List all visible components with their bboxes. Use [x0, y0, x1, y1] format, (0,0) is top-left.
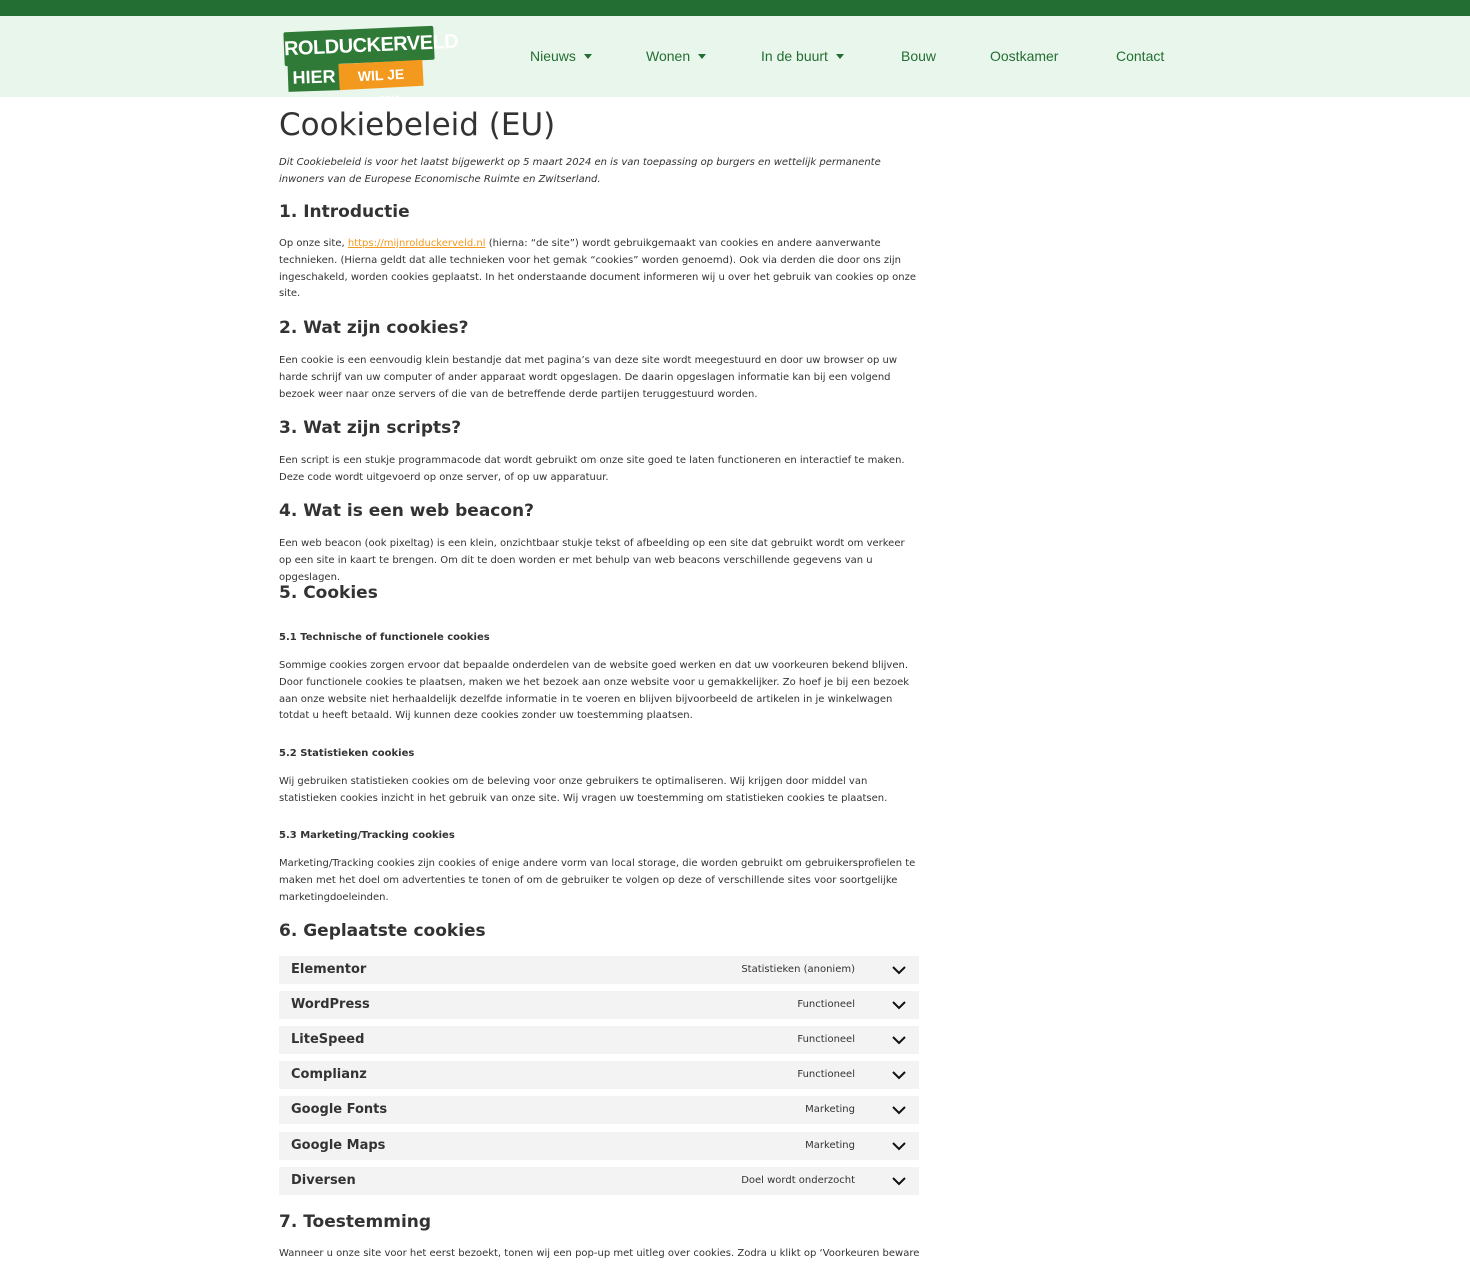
- intro-note: Dit Cookiebeleid is voor het laatst bijg…: [279, 157, 881, 185]
- cookie-category: Statistieken (anoniem): [741, 964, 855, 975]
- nav-item-label: Nieuws: [530, 48, 576, 64]
- text-before-link: Op onze site,: [279, 238, 348, 249]
- chevron-down-icon[interactable]: [891, 1033, 907, 1047]
- chevron-down-icon[interactable]: [891, 1068, 907, 1082]
- section-heading-wat-zijn-cookies: 2. Wat zijn cookies?: [279, 318, 469, 338]
- cookie-category: Functioneel: [797, 1034, 855, 1045]
- top-bar: [0, 0, 1470, 16]
- cookie-category: Marketing: [805, 1140, 855, 1151]
- cookie-category: Functioneel: [797, 1069, 855, 1080]
- chevron-down-icon[interactable]: [891, 963, 907, 977]
- cookie-category: Functioneel: [797, 999, 855, 1010]
- nav-item-label: Contact: [1116, 48, 1165, 64]
- subheading-marketing-cookies: 5.3 Marketing/Tracking cookies: [279, 830, 455, 841]
- text-statistieken-cookies: Wij gebruiken statistieken cookies om de…: [279, 776, 888, 804]
- site-header: ROLDUCKERVELD HIER WIL JE ZIJN! Nieuws W…: [0, 16, 1470, 110]
- cookie-service-name: Elementor: [291, 962, 367, 977]
- nav-item-bouw[interactable]: Bouw: [901, 46, 936, 66]
- logo-line2b: WIL JE ZIJN!: [338, 59, 424, 110]
- chevron-down-icon[interactable]: [891, 1103, 907, 1117]
- cookie-service-name: Google Maps: [291, 1138, 386, 1153]
- section-heading-wat-zijn-scripts: 3. Wat zijn scripts?: [279, 418, 462, 438]
- section-text-wat-zijn-cookies: Een cookie is een eenvoudig klein bestan…: [279, 355, 898, 400]
- chevron-down-icon[interactable]: [891, 998, 907, 1012]
- nav-item-nieuws[interactable]: Nieuws: [530, 46, 592, 66]
- logo-line2a: HIER: [287, 62, 341, 92]
- chevron-down-icon[interactable]: [891, 1174, 907, 1188]
- section-heading-introductie: 1. Introductie: [279, 202, 410, 222]
- page-title: Cookiebeleid (EU): [279, 107, 556, 143]
- cookie-service-name: Diversen: [291, 1173, 356, 1188]
- text-marketing-cookies: Marketing/Tracking cookies zijn cookies …: [279, 858, 916, 903]
- nav-item-wonen[interactable]: Wonen: [646, 46, 707, 66]
- cookie-accordion-google-fonts[interactable]: Google Fonts Marketing: [279, 1096, 919, 1124]
- section-heading-toestemming: 7. Toestemming: [279, 1212, 432, 1232]
- nav-item-in-de-buurt[interactable]: In de buurt: [761, 46, 844, 66]
- nav-item-oostkamer[interactable]: Oostkamer: [990, 46, 1058, 66]
- cookie-category: Doel wordt onderzocht: [741, 1175, 855, 1186]
- site-link[interactable]: https://mijnrolduckerveld.nl: [348, 238, 486, 249]
- nav-item-label: Bouw: [901, 48, 937, 64]
- section-text-introductie: Op onze site, https://mijnrolduckerveld.…: [279, 236, 919, 303]
- cookie-accordion-complianz[interactable]: Complianz Functioneel: [279, 1061, 919, 1089]
- caret-down-icon: [583, 53, 592, 59]
- nav-item-label: Oostkamer: [990, 48, 1059, 64]
- cookie-service-name: LiteSpeed: [291, 1032, 365, 1047]
- cookie-accordion-wordpress[interactable]: WordPress Functioneel: [279, 991, 919, 1019]
- cookie-service-name: Complianz: [291, 1067, 367, 1082]
- cookie-category: Marketing: [805, 1104, 855, 1115]
- cookie-accordion-diversen[interactable]: Diversen Doel wordt onderzocht: [279, 1167, 919, 1195]
- nav-item-label: In de buurt: [761, 48, 828, 64]
- section-text-wat-zijn-scripts: Een script is een stukje programmacode d…: [279, 455, 905, 483]
- cookie-accordion-elementor[interactable]: Elementor Statistieken (anoniem): [279, 956, 919, 984]
- section-heading-geplaatste-cookies: 6. Geplaatste cookies: [279, 921, 486, 941]
- cookie-service-name: Google Fonts: [291, 1102, 388, 1117]
- nav-item-contact[interactable]: Contact: [1116, 46, 1164, 66]
- chevron-down-icon[interactable]: [891, 1139, 907, 1153]
- subheading-statistieken-cookies: 5.2 Statistieken cookies: [279, 748, 415, 759]
- section-heading-cookies: 5. Cookies: [279, 583, 378, 603]
- nav-item-label: Wonen: [646, 48, 691, 64]
- subheading-functionele-cookies: 5.1 Technische of functionele cookies: [279, 632, 490, 643]
- section-text-toestemming: Wanneer u onze site voor het eerst bezoe…: [279, 1248, 919, 1259]
- section-heading-web-beacon: 4. Wat is een web beacon?: [279, 501, 535, 521]
- cookie-accordion-litespeed[interactable]: LiteSpeed Functioneel: [279, 1026, 919, 1054]
- caret-down-icon: [698, 53, 707, 59]
- cookie-service-name: WordPress: [291, 997, 370, 1012]
- section-text-web-beacon: Een web beacon (ook pixeltag) is een kle…: [279, 538, 905, 583]
- text-functionele-cookies: Sommige cookies zorgen ervoor dat bepaal…: [279, 660, 910, 722]
- cookie-accordion-google-maps[interactable]: Google Maps Marketing: [279, 1132, 919, 1160]
- caret-down-icon: [835, 53, 844, 59]
- site-logo[interactable]: ROLDUCKERVELD HIER WIL JE ZIJN!: [283, 25, 459, 110]
